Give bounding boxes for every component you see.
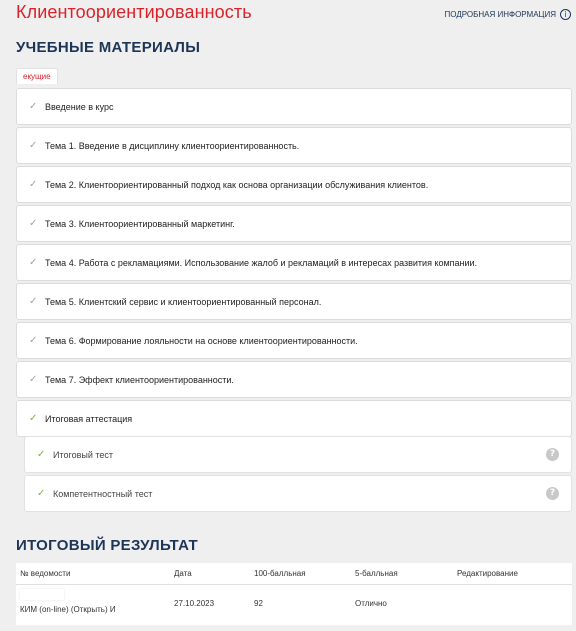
help-icon[interactable]: ? [546, 487, 559, 500]
result-score-5: Отлично [355, 599, 387, 608]
check-icon: ✓ [29, 140, 38, 151]
check-icon: ✓ [29, 218, 38, 229]
subitem-label: Итоговый тест [53, 450, 114, 460]
column-header: Дата [174, 569, 192, 578]
check-icon: ✓ [37, 449, 46, 460]
list-item-label: Введение в курс [45, 101, 114, 112]
check-icon: ✓ [29, 179, 38, 190]
list-item-intro[interactable]: ✓ Введение в курс [16, 88, 572, 125]
result-score-100: 92 [254, 599, 263, 608]
column-header: Редактирование [457, 569, 518, 578]
check-icon: ✓ [37, 488, 46, 499]
list-item-topic-5[interactable]: ✓ Тема 5. Клиентский сервис и клиентоори… [16, 283, 572, 320]
list-item-label: Тема 3. Клиентоориентированный маркетинг… [45, 218, 235, 229]
list-item-final-attestation[interactable]: ✓ Итоговая аттестация [16, 400, 572, 437]
list-item-label: Итоговая аттестация [45, 413, 133, 424]
list-item-label: Тема 4. Работа с рекламациями. Использов… [45, 257, 478, 268]
list-item-label: Тема 2. Клиентоориентированный подход ка… [45, 179, 429, 190]
table-header: № ведомости Дата 100-балльная 5-балльная… [16, 563, 572, 585]
check-icon: ✓ [29, 374, 38, 385]
result-table: № ведомости Дата 100-балльная 5-балльная… [16, 563, 572, 625]
info-icon: i [560, 9, 571, 20]
result-heading: ИТОГОВЫЙ РЕЗУЛЬТАТ [16, 537, 198, 554]
subitem-label: Компетентностный тест [53, 489, 153, 499]
subitem-competency-test[interactable]: ✓ Компетентностный тест ? [24, 475, 572, 512]
page-header: Клиентоориентированность ПОДРОБНАЯ ИНФОР… [0, 0, 576, 30]
check-icon: ✓ [29, 101, 38, 112]
list-item-label: Тема 6. Формирование лояльности на основ… [45, 335, 358, 346]
list-item-label: Тема 1. Введение в дисциплину клиентоори… [45, 140, 300, 151]
subitem-final-test[interactable]: ✓ Итоговый тест ? [24, 436, 572, 473]
column-header: 100-балльная [254, 569, 306, 578]
table-row: КИМ (on-line) (Открыть) И 27.10.2023 92 … [16, 585, 572, 625]
check-icon: ✓ [29, 413, 38, 424]
result-date: 27.10.2023 [174, 599, 215, 608]
tab-current[interactable]: екущие [16, 68, 58, 84]
check-icon: ✓ [29, 335, 38, 346]
list-item-label: Тема 5. Клиентский сервис и клиентоориен… [45, 296, 322, 307]
check-icon: ✓ [29, 296, 38, 307]
redacted-box [20, 589, 64, 600]
list-item-topic-2[interactable]: ✓ Тема 2. Клиентоориентированный подход … [16, 166, 572, 203]
help-icon[interactable]: ? [546, 448, 559, 461]
list-item-topic-7[interactable]: ✓ Тема 7. Эффект клиентоориентированност… [16, 361, 572, 398]
detail-info-label: ПОДРОБНАЯ ИНФОРМАЦИЯ [444, 10, 556, 19]
column-header: № ведомости [20, 569, 71, 578]
check-icon: ✓ [29, 257, 38, 268]
column-header: 5-балльная [355, 569, 398, 578]
list-item-topic-6[interactable]: ✓ Тема 6. Формирование лояльности на осн… [16, 322, 572, 359]
page-title: Клиентоориентированность [16, 2, 252, 22]
list-item-label: Тема 7. Эффект клиентоориентированности. [45, 374, 234, 385]
materials-heading: УЧЕБНЫЕ МАТЕРИАЛЫ [16, 39, 201, 56]
list-item-topic-3[interactable]: ✓ Тема 3. Клиентоориентированный маркети… [16, 205, 572, 242]
detail-info-link[interactable]: ПОДРОБНАЯ ИНФОРМАЦИЯ i [445, 9, 571, 20]
list-item-topic-4[interactable]: ✓ Тема 4. Работа с рекламациями. Использ… [16, 244, 572, 281]
statement-link[interactable]: КИМ (on-line) (Открыть) И [20, 605, 116, 614]
list-item-topic-1[interactable]: ✓ Тема 1. Введение в дисциплину клиентоо… [16, 127, 572, 164]
